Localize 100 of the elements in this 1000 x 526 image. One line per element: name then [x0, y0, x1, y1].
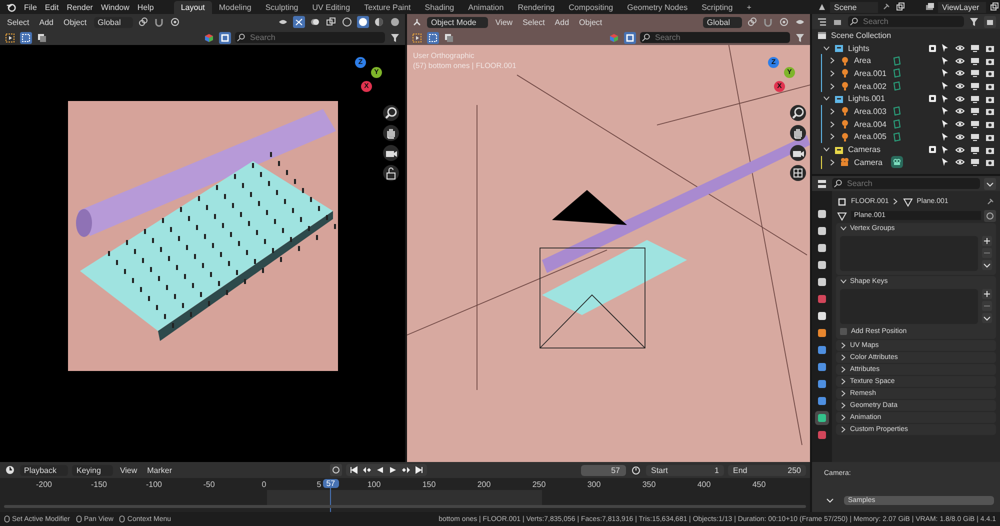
monitor-icon[interactable] [969, 156, 981, 168]
zoom-icon[interactable] [790, 105, 806, 121]
proportional-icon[interactable] [778, 16, 790, 28]
magnet-icon[interactable] [152, 16, 165, 28]
workspace-tab[interactable]: UV Editing [305, 0, 358, 14]
display-mode-icon[interactable] [816, 16, 828, 28]
timeline-menu[interactable]: Keying [72, 464, 113, 476]
filter-object-icon[interactable] [624, 32, 636, 44]
mesh-icon[interactable] [836, 210, 848, 222]
camera-data-icon[interactable] [891, 156, 903, 168]
menu-item[interactable]: File [24, 2, 37, 12]
link-icon[interactable] [746, 16, 758, 28]
end-frame-field[interactable]: End 250 [728, 464, 806, 476]
header-menu[interactable]: View [492, 16, 516, 28]
grid-icon[interactable] [790, 165, 806, 181]
workspace-tab[interactable]: Modeling [212, 0, 258, 14]
next-keyframe-icon[interactable] [400, 464, 412, 476]
camera-icon[interactable] [790, 145, 806, 161]
workspace-tab[interactable]: Compositing [562, 0, 620, 14]
xray-icon[interactable] [325, 16, 337, 28]
zoom-icon[interactable] [383, 105, 399, 121]
color-cube-icon[interactable] [203, 32, 215, 44]
chevron-right-icon[interactable] [829, 57, 836, 64]
link-icon[interactable] [136, 16, 149, 28]
copy-icon[interactable] [988, 1, 1000, 13]
timeline-menu[interactable]: Playback [20, 464, 68, 476]
overlay-icon[interactable] [309, 16, 321, 28]
tree-item[interactable]: Area.004 [812, 118, 1000, 130]
start-frame-field[interactable]: Start 1 [646, 464, 724, 476]
current-frame-field[interactable]: 57 [581, 464, 626, 476]
add-workspace-tab[interactable]: + [740, 0, 758, 14]
chevron-down-icon[interactable] [982, 313, 992, 323]
tree-item[interactable]: Area.001 [812, 67, 1000, 80]
header-menu[interactable]: Select [4, 16, 32, 28]
chevron-down-icon[interactable] [823, 44, 830, 52]
plus-icon[interactable] [982, 236, 992, 246]
checkbox[interactable] [840, 328, 847, 335]
menu-item[interactable]: Window [100, 2, 130, 12]
chevron-down-icon[interactable] [823, 95, 830, 102]
workspace-tab[interactable]: Sculpting [258, 0, 306, 14]
monitor-icon[interactable] [969, 80, 981, 92]
workspace-tab[interactable]: Animation [461, 0, 511, 14]
exclude-checkbox[interactable] [929, 95, 936, 102]
monitor-icon[interactable] [969, 67, 981, 80]
workspace-tab[interactable]: Shading [418, 0, 462, 14]
filter-object-icon[interactable] [219, 32, 231, 44]
exclude-checkbox[interactable] [929, 44, 936, 52]
copy-icon[interactable] [894, 1, 906, 13]
menu-item[interactable]: Render [66, 2, 93, 12]
mode-dropdown[interactable]: Object Mode [427, 16, 488, 28]
tree-item[interactable]: Area.003 [812, 105, 1000, 118]
chevron-down-icon[interactable] [984, 178, 996, 190]
chevron-right-icon[interactable] [829, 120, 836, 128]
monitor-icon[interactable] [969, 105, 981, 118]
cursor-tool-icon[interactable] [4, 32, 16, 44]
tree-item[interactable]: Camera [812, 156, 1000, 169]
header-menu[interactable]: Object [60, 16, 90, 28]
exclude-checkbox[interactable] [929, 146, 936, 154]
workspace-tab[interactable]: Rendering [510, 0, 562, 14]
tree-item[interactable]: Lights [812, 42, 1000, 54]
select-mode-icon[interactable] [443, 32, 455, 44]
proportional-icon[interactable] [168, 16, 181, 28]
monitor-icon[interactable] [969, 42, 981, 54]
view-layer-field[interactable]: ViewLayer [938, 2, 986, 12]
chevron-right-icon[interactable] [829, 82, 836, 90]
select-box-icon[interactable] [427, 32, 439, 44]
tree-item[interactable]: Area [812, 54, 1000, 68]
chevron-right-icon[interactable] [829, 158, 836, 166]
select-box-icon[interactable] [20, 32, 32, 44]
chevron-right-icon[interactable] [829, 133, 836, 140]
color-cube-icon[interactable] [608, 32, 620, 44]
hand-icon[interactable] [383, 125, 399, 141]
orientation-dropdown[interactable]: Global [94, 16, 133, 28]
tree-item[interactable]: Scene Collection [812, 29, 1000, 42]
plus-icon[interactable] [982, 289, 992, 299]
record-icon[interactable] [330, 464, 342, 476]
tree-item[interactable]: Area.002 [812, 80, 1000, 92]
chevron-right-icon[interactable] [829, 70, 836, 77]
jump-start-icon[interactable] [348, 464, 360, 476]
orientation-dropdown[interactable]: Global [702, 16, 742, 28]
timeline-menu[interactable]: View [116, 464, 140, 476]
camera-icon[interactable] [383, 145, 399, 161]
rendered-shading-icon[interactable] [389, 16, 401, 28]
clock-icon[interactable] [4, 464, 16, 476]
scene-field[interactable]: Scene [830, 2, 878, 12]
menu-item[interactable]: Help [137, 2, 154, 12]
chevron-right-icon[interactable] [829, 108, 836, 115]
header-menu[interactable]: Add [552, 16, 572, 28]
select-mode-icon[interactable] [36, 32, 48, 44]
material-shading-icon[interactable] [373, 16, 385, 28]
header-menu[interactable]: Object [576, 16, 606, 28]
tree-item[interactable]: Area.005 [812, 130, 1000, 144]
wireframe-shading-icon[interactable] [341, 16, 353, 28]
menu-item[interactable]: Edit [44, 2, 59, 12]
header-menu[interactable]: Add [36, 16, 56, 28]
jump-end-icon[interactable] [412, 464, 425, 476]
timeline-menu[interactable]: Marker [144, 464, 176, 476]
tree-item[interactable]: Cameras [812, 143, 1000, 156]
monitor-icon[interactable] [969, 118, 981, 130]
workspace-tab[interactable]: Scripting [694, 0, 740, 14]
